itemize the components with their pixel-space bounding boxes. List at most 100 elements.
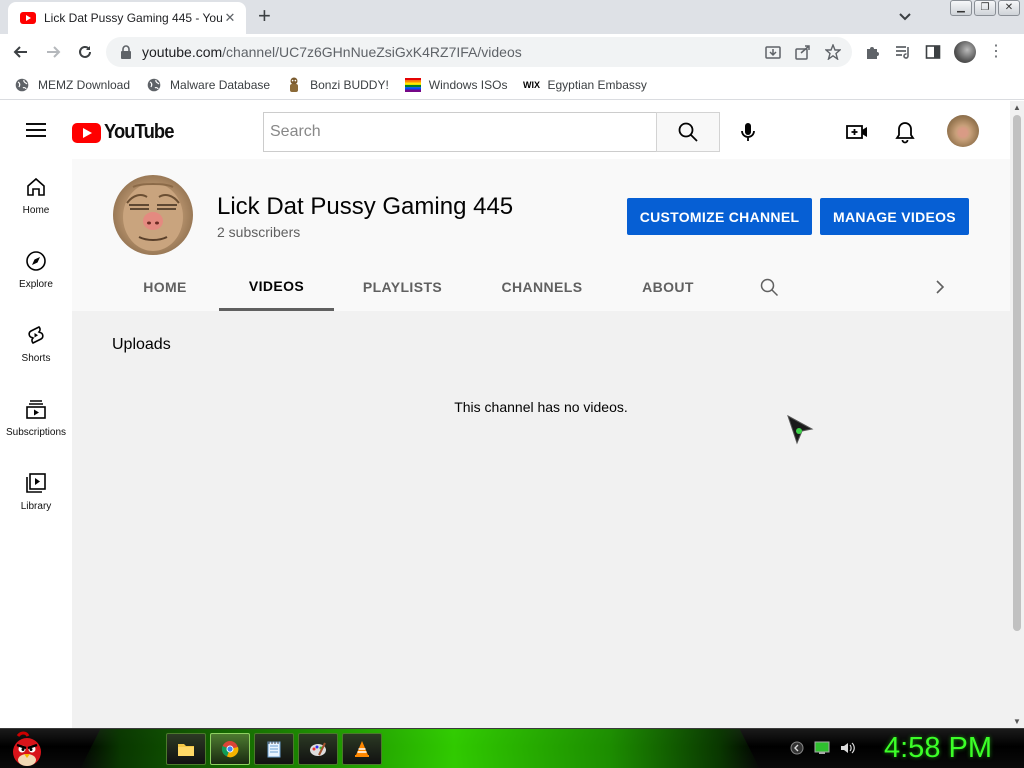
rainbow-flag-icon — [404, 77, 421, 93]
bonzi-icon — [286, 77, 302, 93]
extension-area: ⋮ — [864, 41, 1004, 63]
voice-search-button[interactable] — [728, 112, 768, 152]
notifications-button[interactable] — [893, 120, 917, 144]
bookmark-bonzi-buddy[interactable]: Bonzi BUDDY! — [286, 77, 389, 93]
customize-channel-button[interactable]: CUSTOMIZE CHANNEL — [627, 198, 812, 235]
forward-button[interactable] — [42, 41, 64, 63]
minimize-button[interactable]: ▁ — [950, 0, 972, 16]
chevron-right-icon[interactable] — [930, 277, 950, 297]
taskbar-paint[interactable] — [298, 733, 338, 765]
bookmark-memz[interactable]: MEMZ Download — [14, 77, 130, 93]
side-panel-icon[interactable] — [924, 43, 942, 61]
scroll-down-arrow-icon[interactable]: ▼ — [1013, 717, 1021, 726]
subscriber-count: 2 subscribers — [217, 224, 301, 240]
search-button[interactable] — [656, 112, 720, 152]
tray-arrow-icon[interactable] — [790, 741, 804, 755]
scroll-up-arrow-icon[interactable]: ▲ — [1013, 103, 1021, 112]
browser-tab[interactable]: Lick Dat Pussy Gaming 445 - You ✕ — [8, 2, 246, 34]
channel-header: Lick Dat Pussy Gaming 445 2 subscribers … — [72, 159, 1010, 311]
tab-playlists[interactable]: PLAYLISTS — [354, 263, 451, 311]
guide-sidebar: Home Explore Shorts Subscriptions Librar… — [0, 159, 72, 728]
bell-icon — [895, 122, 915, 144]
new-tab-button[interactable]: + — [258, 5, 271, 27]
lock-icon — [121, 45, 131, 59]
tab-home[interactable]: HOME — [131, 263, 199, 311]
youtube-favicon-icon — [20, 12, 36, 24]
section-title: Uploads — [112, 336, 171, 353]
vlc-icon — [355, 741, 369, 757]
chrome-icon — [221, 741, 239, 758]
reload-button[interactable] — [74, 41, 96, 63]
angry-bird-start-icon[interactable] — [8, 730, 46, 768]
search-icon — [678, 122, 698, 142]
address-bar[interactable]: youtube.com/channel/UC7z6GHnNueZsiGxK4RZ… — [106, 37, 852, 67]
taskbar-apps — [166, 733, 382, 765]
youtube-masthead: YouTube — [0, 101, 1010, 159]
channel-search-icon[interactable] — [759, 277, 779, 297]
guide-item-home[interactable]: Home — [0, 159, 72, 233]
url-host: youtube.com — [142, 44, 223, 60]
library-icon — [24, 471, 48, 495]
microphone-icon — [741, 123, 755, 141]
bookmark-label: Bonzi BUDDY! — [310, 77, 389, 92]
taskbar-chrome[interactable] — [210, 733, 250, 765]
create-video-button[interactable] — [845, 120, 869, 144]
bookmark-egyptian-embassy[interactable]: WIX Egyptian Embassy — [523, 77, 647, 93]
forward-arrow-icon — [47, 46, 61, 58]
bookmark-label: Malware Database — [170, 77, 271, 92]
close-window-button[interactable]: ✕ — [998, 0, 1020, 16]
youtube-logo[interactable]: YouTube — [72, 121, 180, 144]
install-app-icon[interactable] — [764, 43, 782, 61]
media-control-icon[interactable] — [894, 43, 912, 61]
mouse-cursor-icon — [787, 414, 814, 445]
volume-icon[interactable] — [840, 741, 856, 755]
tab-title: Lick Dat Pussy Gaming 445 - You — [44, 11, 222, 25]
back-arrow-icon — [13, 46, 27, 58]
bookmark-windows-isos[interactable]: Windows ISOs — [404, 77, 507, 93]
manage-videos-button[interactable]: MANAGE VIDEOS — [820, 198, 969, 235]
youtube-page: YouTube Home Explore Shorts — [0, 101, 1010, 728]
taskbar-notepad[interactable] — [254, 733, 294, 765]
bookmark-label: Egyptian Embassy — [547, 77, 647, 92]
browser-tab-strip: Lick Dat Pussy Gaming 445 - You ✕ + ▁ ❐ … — [0, 0, 1024, 34]
page-scrollbar[interactable]: ▲ ▼ — [1010, 101, 1024, 728]
bookmarks-bar: MEMZ Download Malware Database Bonzi BUD… — [0, 70, 1024, 100]
network-icon[interactable] — [814, 741, 830, 755]
guide-item-shorts[interactable]: Shorts — [0, 307, 72, 381]
taskbar-file-explorer[interactable] — [166, 733, 206, 765]
taskbar-clock[interactable]: 4:58 PM — [884, 732, 992, 765]
tab-search-chevron-icon[interactable] — [896, 8, 914, 26]
window-controls: ▁ ❐ ✕ — [950, 0, 1020, 16]
guide-item-explore[interactable]: Explore — [0, 233, 72, 307]
guide-label: Shorts — [21, 353, 51, 364]
guide-item-library[interactable]: Library — [0, 455, 72, 529]
guide-label: Home — [22, 205, 50, 216]
bookmark-malware-database[interactable]: Malware Database — [146, 77, 270, 93]
tab-channels[interactable]: CHANNELS — [492, 263, 592, 311]
file-explorer-icon — [178, 744, 194, 756]
tab-videos[interactable]: VIDEOS — [219, 263, 334, 311]
share-icon[interactable] — [794, 43, 812, 61]
restore-button[interactable]: ❐ — [974, 0, 996, 16]
globe-icon — [14, 77, 30, 93]
scrollbar-thumb[interactable] — [1013, 115, 1021, 631]
browser-menu-icon[interactable]: ⋮ — [988, 44, 1004, 60]
search-input[interactable] — [264, 113, 657, 151]
extensions-puzzle-icon[interactable] — [864, 43, 882, 61]
guide-item-subscriptions[interactable]: Subscriptions — [0, 381, 72, 455]
youtube-logo-text: YouTube — [104, 121, 174, 143]
guide-menu-icon[interactable] — [26, 123, 46, 137]
profile-avatar[interactable] — [954, 41, 976, 63]
tab-close-icon[interactable]: ✕ — [222, 10, 238, 26]
system-tray — [790, 741, 856, 755]
guide-label: Subscriptions — [5, 427, 67, 438]
taskbar-vlc[interactable] — [342, 733, 382, 765]
tab-about[interactable]: ABOUT — [635, 263, 701, 311]
search-box — [263, 112, 657, 152]
bookmark-star-icon[interactable] — [824, 43, 842, 61]
home-icon — [24, 175, 48, 199]
back-button[interactable] — [10, 41, 32, 63]
account-avatar[interactable] — [947, 115, 979, 147]
channel-name: Lick Dat Pussy Gaming 445 — [217, 193, 514, 220]
address-bar-actions — [764, 43, 842, 61]
